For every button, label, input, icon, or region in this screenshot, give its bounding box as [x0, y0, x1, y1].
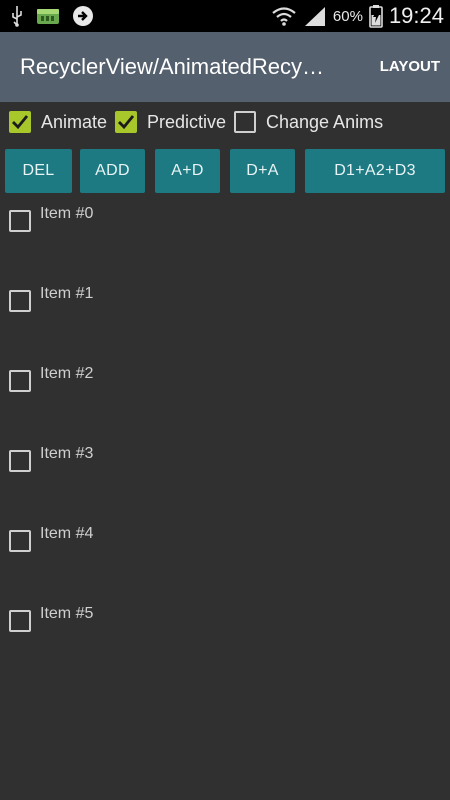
del-button[interactable]: DEL	[5, 149, 72, 193]
add-button[interactable]: ADD	[80, 149, 145, 193]
options-row: Animate Predictive Change Anims	[0, 102, 450, 142]
clock: 19:24	[388, 3, 444, 28]
change-anims-checkbox[interactable]: Change Anims	[234, 110, 383, 134]
action-bar: RecyclerView/AnimatedRecy… LAYOUT	[0, 32, 450, 102]
list-item[interactable]: Item #2	[0, 360, 450, 440]
animate-checkbox[interactable]: Animate	[9, 110, 107, 134]
list-item[interactable]: Item #4	[0, 520, 450, 600]
list-item[interactable]: Item #3	[0, 440, 450, 520]
battery-icon	[369, 4, 383, 28]
signal-icon	[303, 5, 327, 27]
d1-a2-d3-button[interactable]: D1+A2+D3	[305, 149, 445, 193]
checkmark-icon	[9, 111, 31, 133]
item-label: Item #2	[40, 365, 94, 382]
battery-app-icon	[36, 6, 60, 26]
item-label: Item #1	[40, 285, 94, 302]
page-title: RecyclerView/AnimatedRecy…	[20, 54, 325, 79]
item-checkbox[interactable]	[9, 290, 31, 312]
predictive-label: Predictive	[147, 111, 227, 132]
item-label: Item #3	[40, 445, 94, 462]
status-bar: 60% 19:24	[0, 0, 450, 32]
list-item[interactable]: Item #1	[0, 280, 450, 360]
item-checkbox[interactable]	[9, 530, 31, 552]
item-checkbox[interactable]	[9, 210, 31, 232]
list-item[interactable]: Item #5	[0, 600, 450, 680]
animate-label: Animate	[41, 111, 108, 132]
change-anims-label: Change Anims	[266, 111, 384, 132]
wifi-icon	[271, 5, 297, 27]
usb-icon	[10, 5, 24, 27]
add-delete-button[interactable]: A+D	[155, 149, 220, 193]
unchecked-box-icon	[234, 111, 256, 133]
item-checkbox[interactable]	[9, 370, 31, 392]
item-checkbox[interactable]	[9, 610, 31, 632]
layout-button[interactable]: LAYOUT	[380, 32, 440, 102]
item-checkbox[interactable]	[9, 450, 31, 472]
download-icon	[72, 5, 94, 27]
battery-percent: 60%	[332, 7, 363, 25]
predictive-checkbox[interactable]: Predictive	[115, 110, 226, 134]
item-label: Item #5	[40, 605, 94, 622]
checkmark-icon	[115, 111, 137, 133]
list-item[interactable]: Item #0	[0, 200, 450, 280]
item-label: Item #4	[40, 525, 94, 542]
item-label: Item #0	[40, 205, 94, 222]
delete-add-button[interactable]: D+A	[230, 149, 295, 193]
